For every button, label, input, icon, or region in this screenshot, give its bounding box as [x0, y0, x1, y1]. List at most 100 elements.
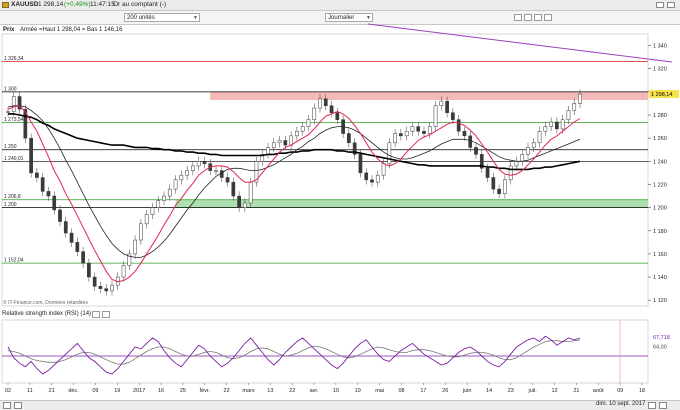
trend-line [367, 23, 673, 63]
level-label: 1 240,01 [4, 156, 24, 162]
rsi-value-label: 67,718 [653, 335, 670, 341]
candle [503, 179, 507, 194]
candle [92, 276, 97, 287]
level-label: 1 200 [4, 202, 17, 208]
level-label: 1 273,54 [4, 117, 24, 123]
candle [370, 179, 374, 183]
candle [335, 112, 340, 120]
candle [58, 209, 62, 222]
candle [312, 107, 317, 120]
candle [399, 133, 403, 137]
scroll-right-icon[interactable] [14, 402, 22, 409]
x-tick-label: mars [242, 388, 254, 394]
candle [266, 147, 270, 155]
level-label: 1 250 [4, 144, 17, 150]
candle [81, 251, 85, 264]
x-tick-label: 26 [442, 388, 448, 394]
y-tick-label: 1 260 [653, 136, 667, 142]
y-tick-label: 1 320 [653, 67, 667, 73]
candle [451, 112, 455, 120]
candle [549, 121, 553, 127]
rsi-panel-frame [1, 319, 649, 384]
x-tick-label: 17 [420, 388, 426, 394]
candle [133, 239, 137, 255]
candle [491, 177, 496, 190]
candle [381, 163, 386, 176]
candle [283, 140, 288, 146]
candle [329, 105, 334, 113]
candle [572, 103, 577, 111]
candle [144, 214, 149, 225]
candle [300, 126, 305, 132]
x-tick-label: 16 [158, 388, 164, 394]
candle [485, 168, 490, 178]
candle [46, 191, 51, 197]
candle [167, 188, 172, 197]
x-tick-label: 08 [398, 388, 404, 394]
candle [514, 161, 519, 167]
candle [277, 140, 282, 144]
candle [185, 170, 189, 176]
x-tick-label: 23 [508, 388, 514, 394]
rsi-value-label: 64,00 [653, 344, 667, 350]
level-label: 1 300 [4, 86, 17, 92]
x-tick-label: 11 [27, 388, 33, 394]
candle [150, 207, 155, 215]
candle [104, 288, 109, 292]
scroll-left-icon[interactable] [3, 402, 11, 409]
candle [422, 130, 426, 134]
candle [196, 161, 201, 167]
candle [63, 221, 68, 234]
y-tick-label: 1 220 [653, 182, 667, 188]
y-tick-label: 1 280 [653, 113, 667, 119]
level-label: 1 206,8 [4, 194, 21, 200]
y-tick-label: 1 120 [653, 298, 667, 304]
candle [173, 179, 178, 190]
candle [98, 286, 103, 289]
price-chart[interactable]: 1 326,34 1 300 1 273,54 1 250 1 240,01 1 206,… [0, 0, 680, 410]
y-tick-label: 1 160 [653, 252, 667, 258]
candle [410, 126, 415, 132]
candle [318, 98, 322, 109]
y-tick-label: 1 140 [653, 275, 667, 281]
candle [29, 137, 33, 174]
candle [156, 200, 161, 208]
x-tick-label: 2017 [133, 388, 145, 394]
candle [508, 165, 513, 181]
x-tick-label: 18 [639, 388, 645, 394]
candle [35, 172, 39, 178]
candle [456, 119, 461, 132]
candle [526, 147, 530, 155]
candle [295, 130, 299, 137]
candle [243, 202, 247, 208]
zoom-in-icon[interactable] [659, 402, 667, 409]
candle [191, 165, 195, 171]
candle [231, 181, 236, 197]
zoom-out-icon[interactable] [648, 402, 656, 409]
candle [75, 242, 80, 252]
candle [162, 195, 166, 201]
candle [387, 142, 392, 164]
candle [289, 135, 293, 146]
candle [531, 142, 536, 148]
candle [578, 93, 582, 104]
candle [497, 188, 501, 194]
candle [6, 111, 10, 113]
candle [323, 98, 328, 107]
x-tick-label: 10 [333, 388, 339, 394]
candle [214, 170, 218, 172]
candle [462, 130, 467, 137]
ma-short-line [7, 105, 581, 283]
y-tick-label: 1 180 [653, 229, 667, 235]
candle [179, 174, 184, 181]
x-tick-label: 12 [551, 388, 557, 394]
x-tick-label: 21 [49, 388, 55, 394]
candle [433, 105, 438, 127]
candle [11, 96, 16, 112]
candle [347, 133, 351, 144]
y-tick-label: 1 240 [653, 159, 667, 165]
candle [520, 154, 525, 162]
y-tick-label: 1 200 [653, 206, 667, 212]
x-tick-label: 09 [92, 388, 98, 394]
candle [543, 126, 548, 132]
